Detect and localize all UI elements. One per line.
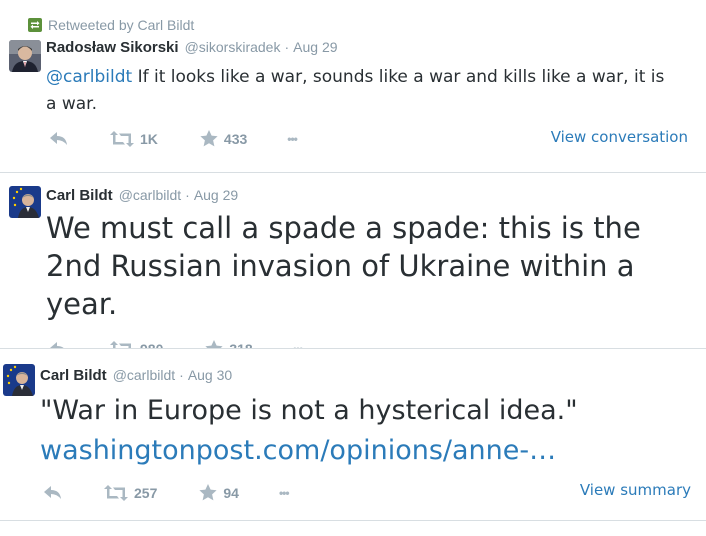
view-conversation-link[interactable]: View conversation: [551, 128, 688, 146]
favorite-button[interactable]: 94: [199, 484, 239, 501]
tweet-date[interactable]: Aug 30: [188, 367, 232, 383]
author-name[interactable]: Carl Bildt: [40, 367, 107, 384]
tweet-header: Carl Bildt @carlbildt · Aug 29: [46, 187, 238, 204]
author-handle[interactable]: @carlbildt: [119, 187, 181, 203]
retweet-button[interactable]: 1K: [110, 130, 158, 147]
tweet-text-line-3: year.: [46, 287, 118, 321]
separator-dot: ·: [179, 367, 184, 383]
author-handle[interactable]: @carlbildt: [113, 367, 175, 383]
retweet-badge-icon: [28, 18, 42, 32]
retweet-button[interactable]: 257: [104, 484, 158, 501]
tweet-text: We must call a spade a spade: this is th…: [46, 209, 696, 323]
reply-icon: [50, 131, 67, 145]
favorite-count: 433: [223, 130, 248, 147]
mention-link[interactable]: @carlbildt: [46, 67, 132, 87]
author-name[interactable]: Carl Bildt: [46, 187, 113, 204]
reply-button[interactable]: [44, 485, 62, 500]
retweet-context: Retweeted by Carl Bildt: [28, 17, 194, 33]
tweet-header: Carl Bildt @carlbildt · Aug 30: [40, 367, 232, 384]
tweet-actions: 257 94 •••: [44, 484, 290, 501]
author-handle[interactable]: @sikorskiradek: [185, 39, 281, 55]
article-link[interactable]: washingtonpost.com/opinions/anne-…: [40, 431, 700, 471]
more-icon: •••: [278, 485, 290, 500]
avatar[interactable]: [9, 186, 41, 218]
tweet-text-content: If it looks like a war, sounds like a wa…: [132, 67, 665, 87]
favorite-count: 318: [229, 341, 252, 349]
tweet-text-line-2: a war.: [46, 94, 97, 114]
favorite-icon: [200, 130, 218, 147]
favorite-button[interactable]: 433: [200, 130, 247, 147]
more-icon: •••: [287, 131, 298, 146]
tweet-1[interactable]: Retweeted by Carl Bildt Radosław Sikorsk…: [0, 0, 706, 172]
tweet-actions: 1K 433 •••: [50, 130, 298, 147]
author-name[interactable]: Radosław Sikorski: [46, 39, 179, 56]
tweet-header: Radosław Sikorski @sikorskiradek · Aug 2…: [46, 39, 338, 56]
retweet-count: 257: [134, 484, 158, 501]
favorite-count: 94: [223, 484, 239, 501]
avatar[interactable]: [9, 40, 41, 72]
tweet-text-line-1: We must call a spade a spade: this is th…: [46, 211, 641, 245]
reply-icon: [44, 485, 61, 499]
tweet-text: "War in Europe is not a hysterical idea.…: [40, 391, 700, 471]
favorite-icon: [205, 340, 223, 348]
tweet-date[interactable]: Aug 29: [293, 39, 337, 55]
reply-button[interactable]: [50, 131, 68, 146]
separator-dot: ·: [185, 187, 190, 203]
retweet-icon: [104, 484, 128, 501]
tweet-text-line-1: "War in Europe is not a hysterical idea.…: [40, 395, 578, 426]
tweet-actions: 980 318 •••: [50, 340, 303, 349]
retweet-count: 1K: [140, 130, 158, 147]
tweet-3[interactable]: Carl Bildt @carlbildt · Aug 30 "War in E…: [0, 349, 706, 520]
favorite-button[interactable]: 318: [205, 340, 253, 349]
retweet-count: 980: [140, 341, 163, 349]
retweet-label: Retweeted by Carl Bildt: [48, 17, 195, 33]
tweet-2[interactable]: Carl Bildt @carlbildt · Aug 29 We must c…: [0, 173, 706, 348]
more-button[interactable]: •••: [287, 131, 298, 146]
more-button[interactable]: •••: [278, 485, 290, 500]
retweet-button[interactable]: 980: [110, 340, 163, 349]
tweet-text-line-1: @carlbildt If it looks like a war, sound…: [46, 64, 696, 91]
tweet-text-line-2: 2nd Russian invasion of Ukraine within a: [46, 249, 635, 283]
avatar[interactable]: [3, 364, 35, 396]
favorite-icon: [199, 484, 217, 501]
separator-dot: ·: [284, 39, 290, 55]
divider: [0, 520, 706, 521]
view-summary-link[interactable]: View summary: [580, 481, 691, 499]
tweet-text: @carlbildt If it looks like a war, sound…: [46, 64, 696, 118]
retweet-icon: [110, 340, 131, 348]
retweet-icon: [110, 130, 134, 147]
tweet-date[interactable]: Aug 29: [194, 187, 238, 203]
